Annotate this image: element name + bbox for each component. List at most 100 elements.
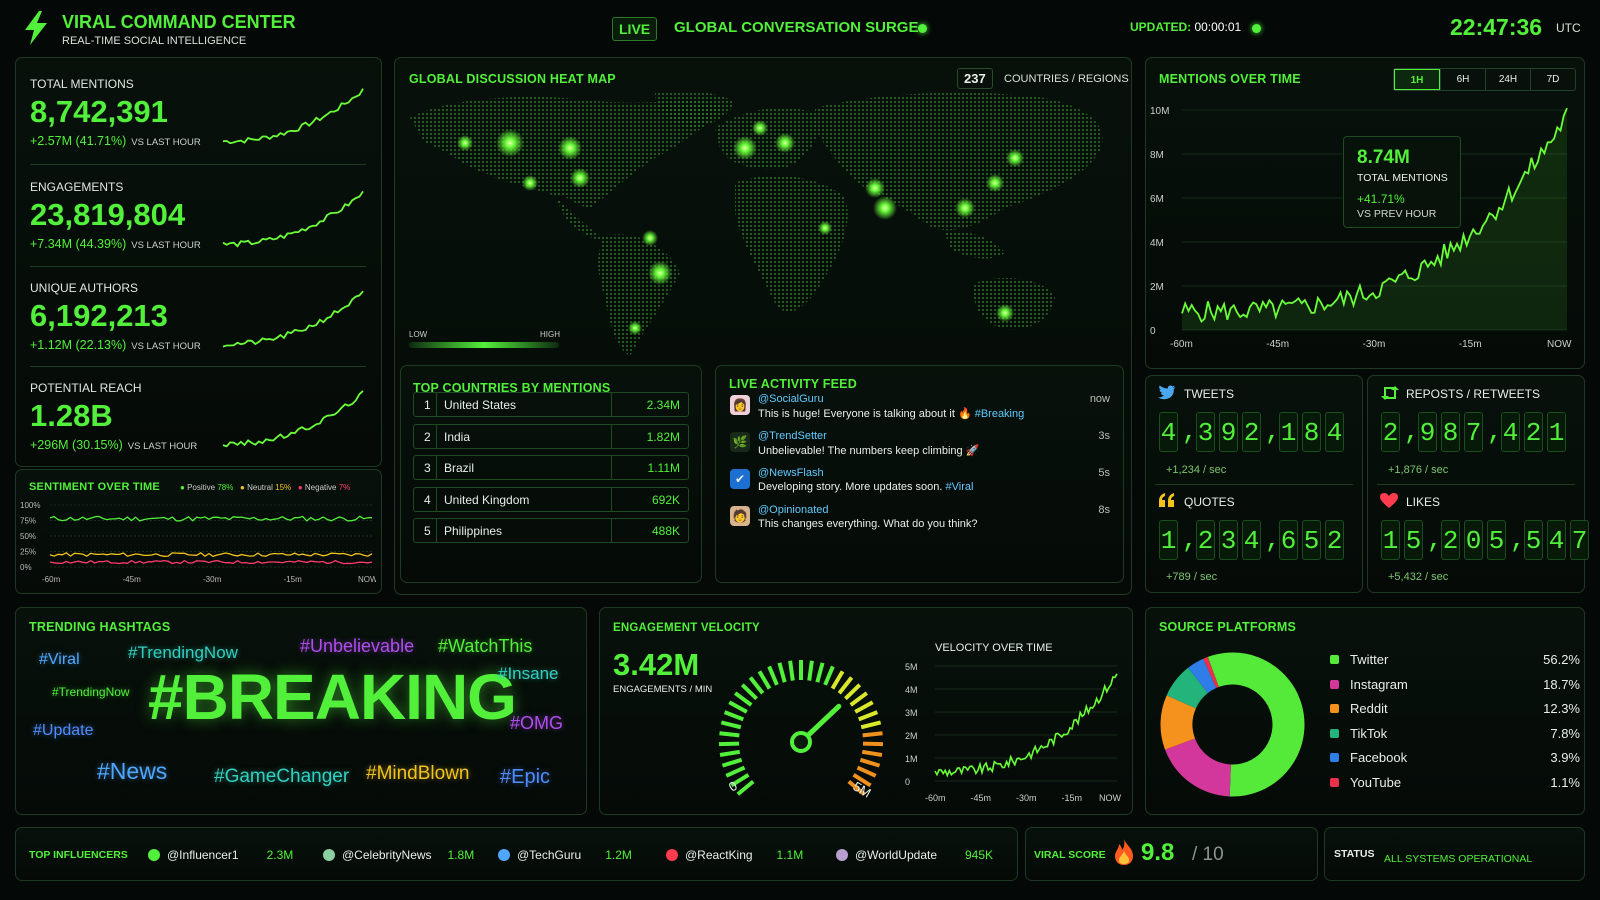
y-tick-label: 1M bbox=[905, 754, 918, 764]
platform-pct: 1.1% bbox=[1550, 774, 1580, 790]
hashtag[interactable]: #Unbelievable bbox=[300, 636, 414, 657]
digit-separator: , bbox=[1427, 525, 1443, 555]
country-value: 1.82M bbox=[646, 429, 680, 444]
x-tick-label: -30m bbox=[1363, 339, 1386, 350]
velocity-title: ENGAGEMENT VELOCITY bbox=[613, 622, 760, 634]
counter-digit: 5 bbox=[1404, 520, 1423, 560]
platform-name: YouTube bbox=[1350, 774, 1402, 790]
influencer-avatar bbox=[666, 849, 678, 861]
feed-text: Developing story. More updates soon. #Vi… bbox=[758, 481, 973, 493]
country-count-badge: 237 bbox=[957, 68, 993, 89]
africa bbox=[735, 175, 848, 312]
digit-separator: , bbox=[1182, 417, 1198, 447]
country-row[interactable]: 5 Philippines 488K bbox=[413, 518, 689, 543]
gauge-segment bbox=[856, 765, 877, 778]
app-title: VIRAL COMMAND CENTER bbox=[62, 12, 296, 32]
y-tick-label: 25% bbox=[20, 548, 36, 557]
flame-icon bbox=[1115, 839, 1133, 865]
feed-item[interactable]: ✔ @NewsFlash Developing story. More update… bbox=[730, 467, 1110, 499]
source-platforms-title: SOURCE PLATFORMS bbox=[1159, 620, 1296, 634]
x-tick-label: -45m bbox=[1266, 339, 1289, 350]
country-row[interactable]: 3 Brazil 1.11M bbox=[413, 455, 689, 480]
hashtag[interactable]: #TrendingNow bbox=[128, 643, 238, 663]
influencer-item[interactable]: @CelebrityNews 1.8M bbox=[323, 848, 474, 862]
digit-separator: , bbox=[1510, 525, 1526, 555]
hashtag[interactable]: #News bbox=[97, 758, 167, 785]
country-row[interactable]: 2 India 1.82M bbox=[413, 423, 689, 449]
x-tick-label: -30m bbox=[203, 575, 222, 584]
sparkline-path bbox=[222, 190, 364, 248]
tweets-counter: 4,392,184 bbox=[1159, 412, 1344, 452]
feed-message: Developing story. More updates soon. bbox=[758, 481, 943, 493]
platform-name: Reddit bbox=[1350, 701, 1388, 716]
range-24h-button[interactable]: 24H bbox=[1485, 69, 1530, 90]
cell-divider bbox=[436, 487, 437, 511]
y-tick-label: 0 bbox=[1150, 326, 1156, 337]
feed-message: This is huge! Everyone is talking about … bbox=[758, 408, 972, 420]
feed-item[interactable]: 👩 @SocialGuru This is huge! Everyone is ta… bbox=[730, 393, 1110, 425]
feed-handle[interactable]: @SocialGuru bbox=[758, 393, 824, 405]
influencer-avatar bbox=[323, 849, 335, 861]
x-tick-label: -15m bbox=[1459, 339, 1482, 350]
range-1h-button[interactable]: 1H bbox=[1394, 69, 1440, 90]
likes-rate: +5,432 / sec bbox=[1388, 571, 1449, 583]
feed-time: 5s bbox=[1098, 467, 1110, 479]
feed-handle[interactable]: @TrendSetter bbox=[758, 430, 827, 442]
influencer-item[interactable]: @WorldUpdate 945K bbox=[836, 848, 993, 862]
legend-negative: ● Negative 7% bbox=[297, 483, 351, 492]
counter-digit: 1 bbox=[1159, 520, 1178, 560]
influencer-item[interactable]: @ReactKing 1.1M bbox=[666, 848, 803, 862]
counter-digit: 1 bbox=[1279, 412, 1298, 452]
gauge-segment bbox=[734, 691, 753, 707]
updated-label: UPDATED: bbox=[1130, 20, 1192, 34]
feed-handle[interactable]: @Opinionated bbox=[758, 504, 829, 516]
x-tick-label: -60m bbox=[1170, 339, 1193, 350]
hashtag[interactable]: #Update bbox=[33, 722, 94, 740]
sentiment-chart: 100% 75% 50% 25% 0% -60m -45m -30m -15m NOW bbox=[20, 501, 376, 584]
hashtag[interactable]: #WatchThis bbox=[438, 636, 532, 657]
hashtag[interactable]: #Epic bbox=[500, 766, 550, 789]
hashtag[interactable]: #MindBlown bbox=[366, 763, 470, 785]
feed-hashtag[interactable]: #Breaking bbox=[975, 408, 1025, 420]
country-row[interactable]: 1 United States 2.34M bbox=[413, 392, 689, 417]
x-tick-label: -15m bbox=[284, 575, 303, 584]
platform-row: Reddit 12.3% bbox=[1330, 701, 1580, 719]
twitter-icon bbox=[1158, 385, 1176, 400]
influencer-item[interactable]: @Influencer1 2.3M bbox=[148, 848, 293, 862]
quotes-label: QUOTES bbox=[1184, 495, 1235, 509]
hashtag[interactable]: #GameChanger bbox=[214, 766, 349, 788]
influencer-avatar bbox=[836, 849, 848, 861]
feed-item[interactable]: 🧑 @Opinionated This changes everything. Wh… bbox=[730, 504, 1110, 536]
hashtag[interactable]: #OMG bbox=[510, 713, 563, 734]
app-subtitle: REAL-TIME SOCIAL INTELLIGENCE bbox=[62, 35, 247, 47]
sparkline-path bbox=[222, 390, 364, 448]
country-row[interactable]: 4 United Kingdom 692K bbox=[413, 486, 689, 512]
hashtag[interactable]: #TrendingNow bbox=[52, 685, 130, 699]
feed-hashtag[interactable]: #Viral bbox=[946, 481, 974, 493]
feed-item[interactable]: 🌿 @TrendSetter Unbelievable! The numbers k… bbox=[730, 430, 1110, 462]
heat-legend-bar bbox=[409, 342, 559, 348]
hashtag[interactable]: #Insane bbox=[498, 664, 559, 684]
gauge-segment bbox=[721, 757, 743, 768]
platform-swatch bbox=[1330, 655, 1339, 664]
repost-icon bbox=[1381, 386, 1399, 400]
updated-indicator-dot bbox=[1252, 24, 1261, 33]
range-7d-button[interactable]: 7D bbox=[1530, 69, 1575, 90]
platform-row: Twitter 56.2% bbox=[1330, 652, 1580, 670]
influencer-item[interactable]: @TechGuru 1.2M bbox=[498, 848, 632, 862]
feed-handle[interactable]: @NewsFlash bbox=[758, 467, 824, 479]
platform-row: YouTube 1.1% bbox=[1330, 775, 1580, 793]
range-6h-button[interactable]: 6H bbox=[1440, 69, 1485, 90]
platform-swatch bbox=[1330, 679, 1339, 689]
callout-value: 8.74M bbox=[1357, 147, 1410, 168]
x-tick-label: NOW bbox=[1547, 339, 1572, 350]
hashtag[interactable]: #Viral bbox=[39, 651, 80, 669]
heat-hotspot bbox=[752, 120, 768, 136]
counter-digit: 1 bbox=[1381, 520, 1400, 560]
hashtag-featured[interactable]: #BREAKING bbox=[148, 660, 517, 734]
x-tick-label: -45m bbox=[123, 575, 142, 584]
platform-swatch bbox=[1330, 704, 1339, 713]
gauge-segment bbox=[830, 670, 845, 690]
country-name: Brazil bbox=[444, 461, 475, 475]
y-tick-label: 0 bbox=[905, 777, 910, 787]
